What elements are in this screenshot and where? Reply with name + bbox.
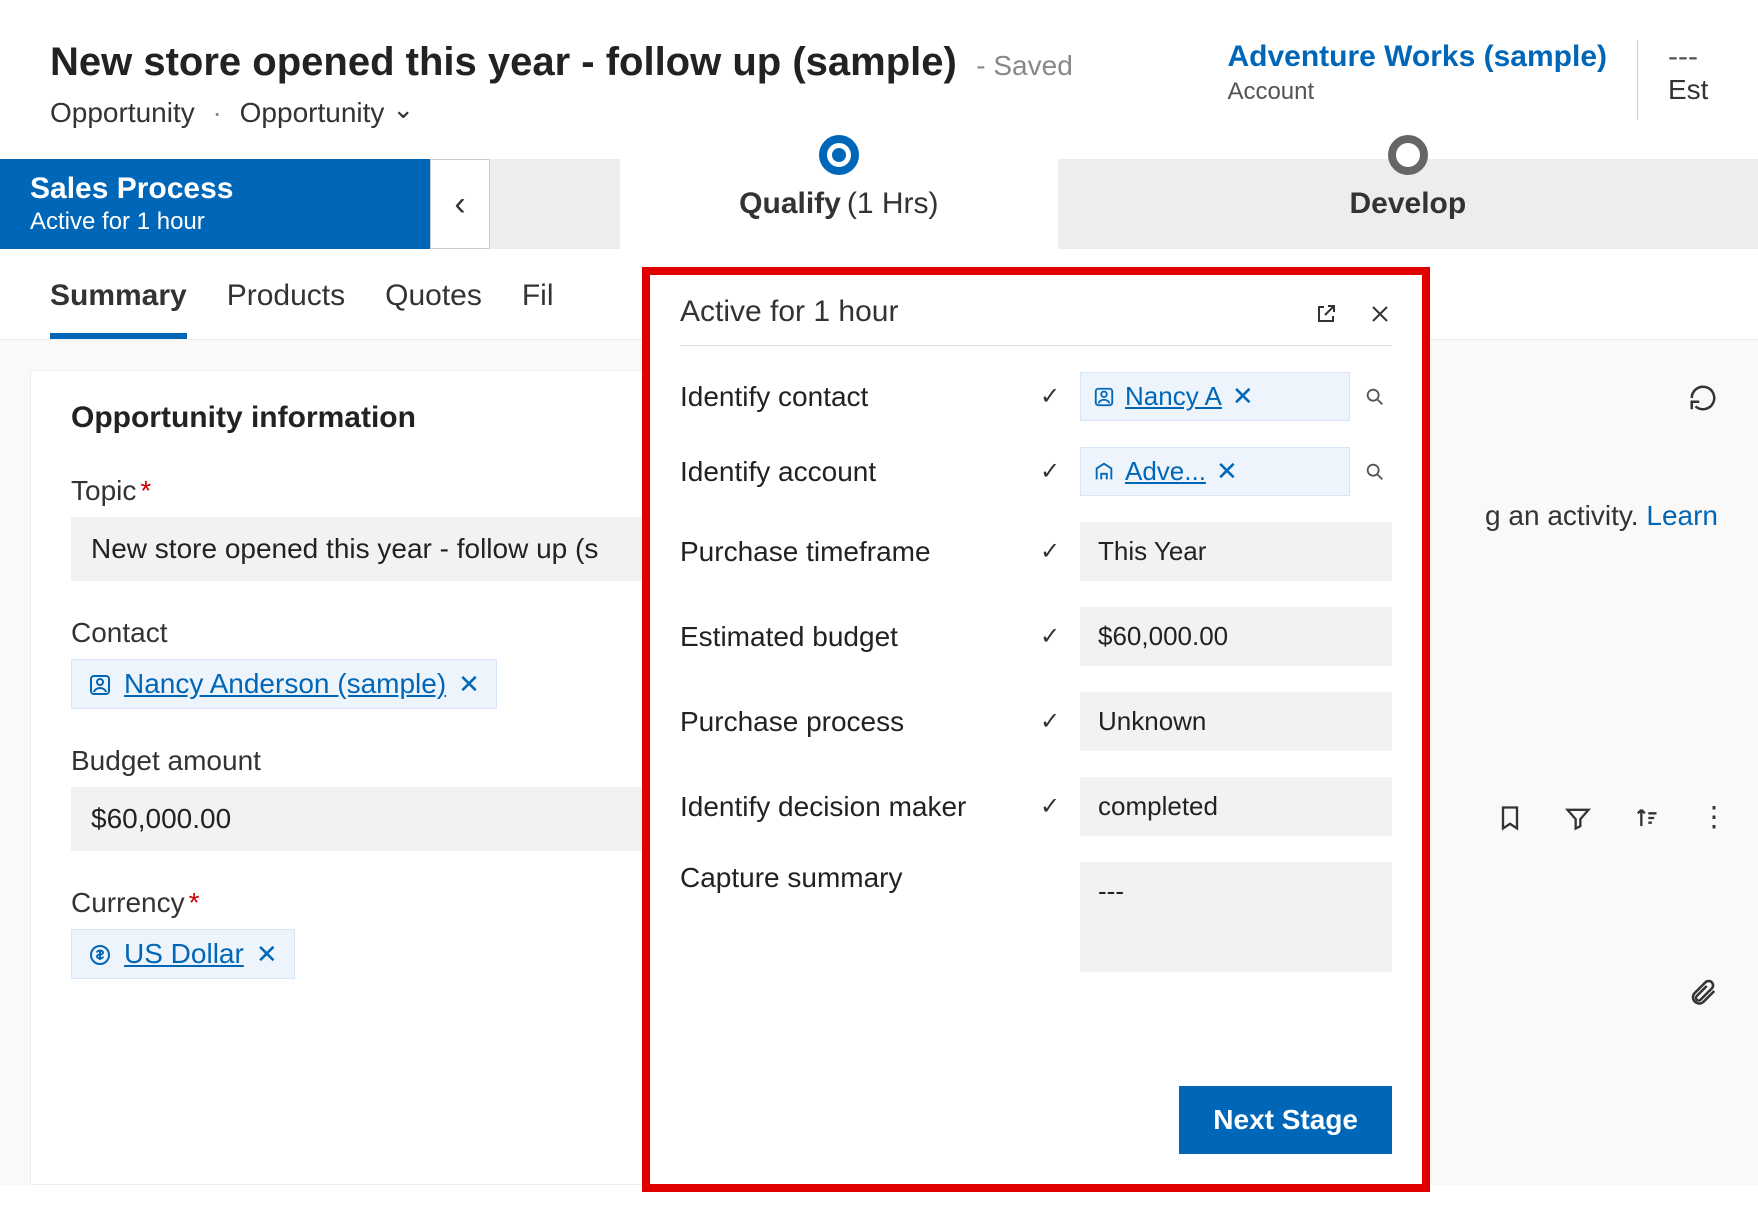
page-title: New store opened this year - follow up (… <box>50 40 957 84</box>
collapse-process-button[interactable]: ‹ <box>430 159 490 249</box>
tab-products[interactable]: Products <box>227 279 345 339</box>
check-icon: ✓ <box>1030 382 1070 411</box>
flyout-row-estimated-budget: Estimated budget ✓ $60,000.00 <box>680 607 1392 666</box>
separator-dot: · <box>213 97 222 128</box>
row-label: Purchase process <box>680 706 1020 738</box>
clear-lookup-button[interactable]: ✕ <box>1232 381 1254 412</box>
next-stage-button[interactable]: Next Stage <box>1179 1086 1392 1154</box>
row-label: Purchase timeframe <box>680 536 1020 568</box>
clear-currency-button[interactable]: ✕ <box>256 939 278 970</box>
row-value[interactable]: --- <box>1080 862 1392 972</box>
business-process-bar: Sales Process Active for 1 hour ‹ Qualif… <box>0 159 1758 249</box>
attachment-icon[interactable] <box>1688 970 1718 1009</box>
process-spacer <box>490 159 620 249</box>
flyout-rows: Identify contact ✓ Nancy A ✕ Identify ac… <box>680 372 1392 1086</box>
close-icon[interactable] <box>1368 297 1392 328</box>
currency-link[interactable]: US Dollar <box>124 938 244 970</box>
contact-icon <box>1093 386 1115 408</box>
est-block: --- Est <box>1668 40 1708 106</box>
popout-icon[interactable] <box>1314 297 1338 328</box>
process-name-block[interactable]: Sales Process Active for 1 hour <box>0 159 430 249</box>
clear-contact-button[interactable]: ✕ <box>458 669 480 700</box>
required-marker-icon: * <box>189 887 200 918</box>
chevron-left-icon: ‹ <box>454 185 465 224</box>
filter-icon[interactable] <box>1564 800 1592 834</box>
row-value[interactable]: $60,000.00 <box>1080 607 1392 666</box>
row-value[interactable]: This Year <box>1080 522 1392 581</box>
process-name: Sales Process <box>30 172 400 206</box>
more-icon[interactable]: ⋮ <box>1700 803 1728 831</box>
stage-develop[interactable]: Develop <box>1058 159 1758 249</box>
activity-hint: g an activity. Learn <box>1485 500 1718 532</box>
account-block: Adventure Works (sample) Account <box>1227 40 1607 106</box>
tab-summary[interactable]: Summary <box>50 279 187 339</box>
stage-label: Qualify <box>739 187 841 221</box>
clear-lookup-button[interactable]: ✕ <box>1216 456 1238 487</box>
est-label: Est <box>1668 74 1708 106</box>
account-field-label: Account <box>1227 78 1607 106</box>
stage-label: Develop <box>1349 187 1466 221</box>
lookup-link[interactable]: Nancy A <box>1125 381 1222 412</box>
stage-flyout: Active for 1 hour Identify contact ✓ Nan… <box>642 267 1430 1192</box>
contact-link[interactable]: Nancy Anderson (sample) <box>124 668 446 700</box>
flyout-row-identify-contact: Identify contact ✓ Nancy A ✕ <box>680 372 1392 421</box>
flyout-row-purchase-timeframe: Purchase timeframe ✓ This Year <box>680 522 1392 581</box>
est-value: --- <box>1668 40 1708 74</box>
row-label: Identify account <box>680 456 1020 488</box>
check-icon: ✓ <box>1030 537 1070 566</box>
stage-indicator-future-icon <box>1388 135 1428 175</box>
contact-icon <box>88 670 112 698</box>
check-icon: ✓ <box>1030 707 1070 736</box>
entity-type: Opportunity <box>50 97 195 128</box>
check-icon: ✓ <box>1030 622 1070 651</box>
search-icon[interactable] <box>1358 458 1392 486</box>
check-icon: ✓ <box>1030 457 1070 486</box>
bookmark-icon[interactable] <box>1496 800 1524 834</box>
contact-lookup-chip[interactable]: Nancy Anderson (sample) ✕ <box>71 659 497 709</box>
row-label: Identify decision maker <box>680 791 1020 823</box>
stage-indicator-current-icon <box>819 135 859 175</box>
process-duration: Active for 1 hour <box>30 208 400 236</box>
row-value[interactable]: Nancy A ✕ <box>1080 372 1392 421</box>
row-value[interactable]: Unknown <box>1080 692 1392 751</box>
record-header-left: New store opened this year - follow up (… <box>50 40 1227 129</box>
flyout-header: Active for 1 hour <box>680 295 1392 346</box>
tab-quotes[interactable]: Quotes <box>385 279 482 339</box>
row-label: Capture summary <box>680 862 1020 894</box>
timeline-toolbar: ⋮ <box>1496 800 1728 834</box>
save-status: - Saved <box>976 50 1073 81</box>
required-marker-icon: * <box>140 475 151 506</box>
flyout-row-capture-summary: Capture summary --- <box>680 862 1392 972</box>
stage-hours: (1 Hrs) <box>847 187 939 221</box>
flyout-row-identify-decision-maker: Identify decision maker ✓ completed <box>680 777 1392 836</box>
row-value[interactable]: completed <box>1080 777 1392 836</box>
vertical-divider <box>1637 40 1638 120</box>
row-label: Estimated budget <box>680 621 1020 653</box>
flyout-row-identify-account: Identify account ✓ Adve... ✕ <box>680 447 1392 496</box>
record-header-right: Adventure Works (sample) Account --- Est <box>1227 40 1708 120</box>
lookup-link[interactable]: Adve... <box>1125 456 1206 487</box>
record-header: New store opened this year - follow up (… <box>0 0 1758 149</box>
tab-files-truncated[interactable]: Fil <box>522 279 554 339</box>
flyout-row-purchase-process: Purchase process ✓ Unknown <box>680 692 1392 751</box>
sort-icon[interactable] <box>1632 800 1660 834</box>
currency-icon <box>88 940 112 968</box>
account-link[interactable]: Adventure Works (sample) <box>1227 40 1607 74</box>
currency-lookup-chip[interactable]: US Dollar ✕ <box>71 929 295 979</box>
row-value[interactable]: Adve... ✕ <box>1080 447 1392 496</box>
stage-qualify[interactable]: Qualify (1 Hrs) <box>620 159 1058 249</box>
refresh-icon[interactable] <box>1688 380 1718 414</box>
account-icon <box>1093 461 1115 483</box>
flyout-title: Active for 1 hour <box>680 295 898 329</box>
form-selector[interactable]: Opportunity <box>240 97 415 128</box>
entity-row: Opportunity · Opportunity <box>50 97 1227 129</box>
row-label: Identify contact <box>680 381 1020 413</box>
search-icon[interactable] <box>1358 383 1392 411</box>
check-icon: ✓ <box>1030 792 1070 821</box>
learn-link[interactable]: Learn <box>1646 500 1718 531</box>
flyout-header-icons <box>1314 297 1392 328</box>
